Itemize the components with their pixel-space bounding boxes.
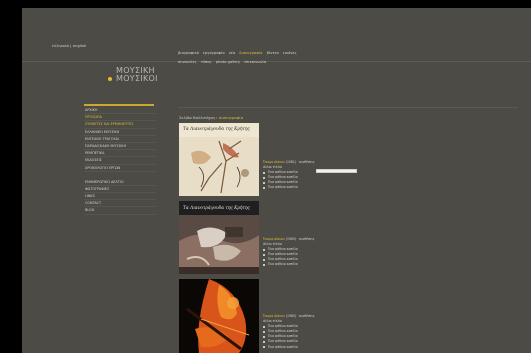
logo-dot-icon — [108, 77, 112, 81]
top-nav-link[interactable]: photo gallery — [216, 58, 240, 67]
track-checkbox[interactable] — [263, 181, 266, 185]
top-nav-link[interactable]: τύπος — [201, 58, 212, 67]
track-title[interactable]: Ένα ψάθινο καπέλο — [268, 262, 298, 266]
album-cover-1[interactable]: Τα Λιανοτράγουδα της Κρήτης — [179, 123, 259, 196]
track-title[interactable]: Ένα ψάθινο καπέλο — [268, 185, 298, 189]
breadcrumb-path[interactable]: Σελίδα Καλλιτέχνη › — [179, 115, 218, 120]
track-title[interactable]: Ένα ψάθινο καπέλο — [268, 175, 298, 179]
sidebar-accent-rule — [84, 104, 154, 106]
sidebar-item[interactable]: ΕΝΤΕΧΝΟ ΤΡΑΓΟΥΔΙ — [84, 136, 156, 143]
track-checkbox[interactable] — [263, 253, 266, 257]
sidebar-item[interactable]: ΠΑΡΑΔΟΣΙΑΚΗ ΜΟΥΣΙΚΗ — [84, 143, 156, 151]
track-checkbox[interactable] — [263, 186, 266, 190]
sidebar-item[interactable]: ΑΡΧΙΚΗ — [84, 107, 156, 115]
sidebar-group-extra: ΕΝΗΜΕΡΩΤΙΚΟ ΔΕΛΤΙΟ ΦΩΤΟΓΡΑΦΙΕΣ LINKS CONTAC… — [84, 179, 156, 215]
track-checkbox[interactable] — [263, 340, 266, 344]
album-title[interactable]: Όνομα Δίσκου — [263, 237, 285, 241]
sidebar-item[interactable]: ΠΡΟΣΩΠΑ — [84, 114, 156, 122]
track-checkbox[interactable] — [263, 325, 266, 328]
track-row: Ένα ψάθινο καπέλο — [263, 185, 315, 190]
logo-line-2: ΜΟΥΣΙΚΟΙ — [116, 74, 158, 83]
album-title[interactable]: Όνομα Δίσκου — [263, 314, 285, 318]
track-title[interactable]: Ένα ψάθινο καπέλο — [268, 180, 298, 184]
breadcrumb-current: Δισκογραφία — [218, 115, 244, 120]
album-cover-2[interactable]: Τα Λιανοτράγουδα της Κρήτης — [179, 201, 259, 274]
track-checkbox[interactable] — [263, 263, 266, 267]
track-title[interactable]: Ένα ψάθινο καπέλο — [268, 324, 298, 328]
track-row: Ένα ψάθινο καπέλο — [263, 262, 315, 267]
sidebar-item[interactable]: ΕΝΗΜΕΡΩΤΙΚΟ ΔΕΛΤΙΟ — [84, 179, 156, 186]
album-1-cover-title: Τα Λιανοτράγουδα της Κρήτης — [183, 127, 250, 132]
album-cover-3[interactable] — [179, 279, 259, 353]
album-meta: (1985) · συνθέσεις — [285, 314, 315, 318]
track-checkbox[interactable] — [263, 248, 266, 251]
track-title[interactable]: Ένα ψάθινο καπέλο — [268, 170, 298, 174]
album-info-1: Όνομα Δίσκου (1981) · συνθέσεις άλλοι τίτ… — [263, 160, 315, 191]
top-navigation: βιογραφικό εργογραφία νέα δισκογραφία βίντεο… — [178, 49, 408, 67]
track-checkbox[interactable] — [263, 335, 266, 339]
sidebar: ΑΡΧΙΚΗ ΠΡΟΣΩΠΑ ΣΥΝΘΕΤΕΣ ΚΑΙ ΕΡΜΗΝΕΥΤΕΣ ΕΛΛΗ… — [84, 107, 156, 215]
album-meta: (1983) · συνθέσεις — [285, 237, 315, 241]
top-nav-link[interactable]: δισκογραφία — [239, 49, 262, 58]
sidebar-item[interactable]: ΦΩΤΟΓΡΑΦΙΕΣ — [84, 186, 156, 194]
content-divider — [178, 107, 518, 108]
album-title[interactable]: Όνομα Δίσκου — [263, 160, 285, 164]
page-frame: ελληνικά | english ΜΟΥΣΙΚΗ ΜΟΥΣΙΚΟΙ βιογ… — [22, 8, 531, 353]
breadcrumb: Σελίδα Καλλιτέχνη › Δισκογραφία — [179, 115, 243, 120]
sidebar-item[interactable]: LINKS — [84, 193, 156, 201]
audio-player[interactable] — [316, 169, 357, 173]
top-nav-link[interactable]: συναυλίες — [178, 58, 197, 67]
track-title[interactable]: Ένα ψάθινο καπέλο — [268, 247, 298, 251]
top-nav-link[interactable]: βιογραφικό — [178, 49, 199, 58]
album-2-cover-title: Τα Λιανοτράγουδα της Κρήτης — [183, 206, 250, 211]
track-title[interactable]: Ένα ψάθινο καπέλο — [268, 334, 298, 338]
track-checkbox[interactable] — [263, 345, 266, 349]
track-checkbox[interactable] — [263, 330, 266, 334]
track-title[interactable]: Ένα ψάθινο καπέλο — [268, 257, 298, 261]
track-checkbox[interactable] — [263, 171, 266, 174]
track-title[interactable]: Ένα ψάθινο καπέλο — [268, 252, 298, 256]
album-meta: (1981) · συνθέσεις — [285, 160, 315, 164]
track-checkbox[interactable] — [263, 176, 266, 180]
sidebar-item[interactable]: ΧΡΟΝΟΛΟΓΙΟ ΕΡΓΩΝ — [84, 165, 156, 172]
sidebar-item[interactable]: BLOG — [84, 207, 156, 215]
top-nav-row-2: συναυλίες τύπος photo gallery επικοινωνία — [178, 58, 408, 67]
site-logo[interactable]: ΜΟΥΣΙΚΗ ΜΟΥΣΙΚΟΙ — [108, 64, 158, 90]
language-switch[interactable]: ελληνικά | english — [52, 44, 86, 48]
sidebar-item[interactable]: ΣΥΝΘΕΤΕΣ ΚΑΙ ΕΡΜΗΝΕΥΤΕΣ — [84, 121, 156, 129]
top-nav-link[interactable]: βίντεο — [267, 49, 279, 58]
sidebar-item[interactable]: ΕΚΔΟΣΕΙΣ — [84, 157, 156, 165]
track-title[interactable]: Ένα ψάθινο καπέλο — [268, 339, 298, 343]
album-info-3: Όνομα Δίσκου (1985) · συνθέσεις άλλοι τίτ… — [263, 314, 315, 350]
sidebar-item[interactable]: CONTACT — [84, 200, 156, 208]
track-title[interactable]: Ένα ψάθινο καπέλο — [268, 329, 298, 333]
top-nav-link[interactable]: εικόνες — [283, 49, 297, 58]
top-nav-link[interactable]: εργογραφία — [203, 49, 225, 58]
sidebar-item[interactable]: ΕΛΛΗΝΙΚΗ ΜΟΥΣΙΚΗ — [84, 129, 156, 136]
top-nav-link[interactable]: νέα — [229, 49, 235, 58]
top-nav-link[interactable]: επικοινωνία — [244, 58, 266, 67]
track-title[interactable]: Ένα ψάθινο καπέλο — [268, 345, 298, 349]
track-checkbox[interactable] — [263, 258, 266, 262]
album-info-2: Όνομα Δίσκου (1983) · συνθέσεις άλλοι τίτ… — [263, 237, 315, 268]
track-row: Ένα ψάθινο καπέλο — [263, 345, 315, 350]
top-nav-row-1: βιογραφικό εργογραφία νέα δισκογραφία βίντεο… — [178, 49, 408, 58]
sidebar-item[interactable]: ΡΕΜΠΕΤΙΚΑ — [84, 150, 156, 158]
sidebar-group-main: ΑΡΧΙΚΗ ΠΡΟΣΩΠΑ ΣΥΝΘΕΤΕΣ ΚΑΙ ΕΡΜΗΝΕΥΤΕΣ ΕΛΛΗ… — [84, 107, 156, 172]
